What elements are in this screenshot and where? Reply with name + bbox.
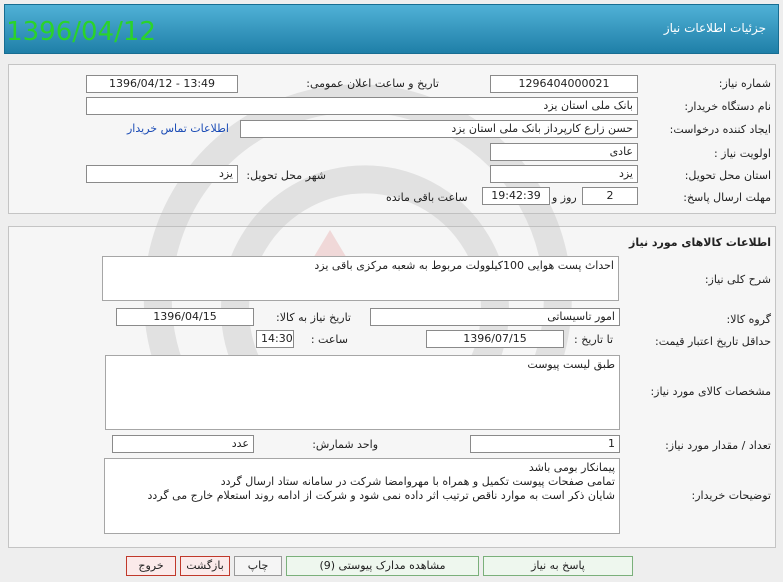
note-line: پیمانکار بومی باشد	[528, 461, 615, 474]
priority-field[interactable]: عادی	[490, 143, 638, 161]
deadline-label: مهلت ارسال پاسخ:	[683, 191, 771, 204]
quantity-field[interactable]: 1	[470, 435, 620, 453]
view-attachments-button[interactable]: مشاهده مدارک پیوستی (9)	[286, 556, 479, 576]
validity-label: حداقل تاریخ اعتبار قیمت:	[655, 335, 771, 348]
note-line: شایان ذکر است به موارد ناقص ترتیب اثر دا…	[147, 489, 616, 502]
spec-label: مشخصات کالای مورد نیاز:	[650, 385, 771, 398]
city-label: شهر محل تحویل:	[246, 169, 326, 182]
quantity-label: تعداد / مقدار مورد نیاز:	[665, 439, 771, 452]
buyer-contact-link[interactable]: اطلاعات تماس خریدار	[127, 122, 229, 135]
days-field[interactable]: 2	[582, 187, 638, 205]
buyer-notes-label: توضیحات خریدار:	[691, 489, 772, 502]
until-date-field[interactable]: 1396/07/15	[426, 330, 564, 348]
days-text: روز و	[552, 191, 577, 204]
need-number-label: شماره نیاز:	[718, 77, 771, 90]
goods-section-title: اطلاعات کالاهای مورد نیاز	[629, 236, 771, 249]
announce-datetime-field[interactable]: 1396/04/12 - 13:49	[86, 75, 238, 93]
goods-group-field[interactable]: امور تاسیساتی	[370, 308, 620, 326]
province-field[interactable]: یزد	[490, 165, 638, 183]
need-date-field[interactable]: 1396/04/15	[116, 308, 254, 326]
need-date-label: تاریخ نیاز به کالا:	[276, 311, 351, 324]
note-line: تمامی صفحات پیوست تکمیل و همراه با مهروا…	[220, 475, 615, 488]
hour-label: ساعت :	[310, 333, 348, 346]
page-title: جزئیات اطلاعات نیاز	[663, 21, 766, 35]
creator-field[interactable]: حسن زارع کارپرداز بانک ملی استان یزد	[240, 120, 638, 138]
print-button[interactable]: چاپ	[234, 556, 282, 576]
back-button[interactable]: بازگشت	[180, 556, 230, 576]
time-remaining-field[interactable]: 19:42:39	[482, 187, 550, 205]
unit-label: واحد شمارش:	[312, 438, 378, 451]
priority-label: اولویت نیاز :	[713, 147, 771, 160]
unit-field[interactable]: عدد	[112, 435, 254, 453]
group-label: گروه کالا:	[726, 313, 771, 326]
spec-textarea[interactable]: طبق لیست پیوست	[105, 355, 620, 430]
page-header: 1396/04/12 جزئیات اطلاعات نیاز	[4, 4, 779, 54]
buyer-notes-textarea[interactable]: پیمانکار بومی باشد تمامی صفحات پیوست تکم…	[104, 458, 620, 534]
announce-label: تاریخ و ساعت اعلان عمومی:	[306, 77, 439, 90]
description-textarea[interactable]: احداث پست هوایی 100کیلوولت مربوط به شعبه…	[102, 256, 619, 301]
remaining-text: ساعت باقی مانده	[386, 191, 468, 204]
need-number-field[interactable]: 1296404000021	[490, 75, 638, 93]
creator-label: ایجاد کننده درخواست:	[669, 123, 771, 136]
reply-button[interactable]: پاسخ به نیاز	[483, 556, 633, 576]
exit-button[interactable]: خروج	[126, 556, 176, 576]
hour-field[interactable]: 14:30	[256, 330, 294, 348]
desc-label: شرح کلی نیاز:	[704, 273, 771, 286]
until-date-label: تا تاریخ :	[574, 333, 613, 346]
header-date: 1396/04/12	[6, 17, 156, 47]
city-field[interactable]: یزد	[86, 165, 238, 183]
province-label: استان محل تحویل:	[684, 169, 771, 182]
buyer-label: نام دستگاه خریدار:	[684, 100, 771, 113]
buyer-field[interactable]: بانک ملی استان یزد	[86, 97, 638, 115]
